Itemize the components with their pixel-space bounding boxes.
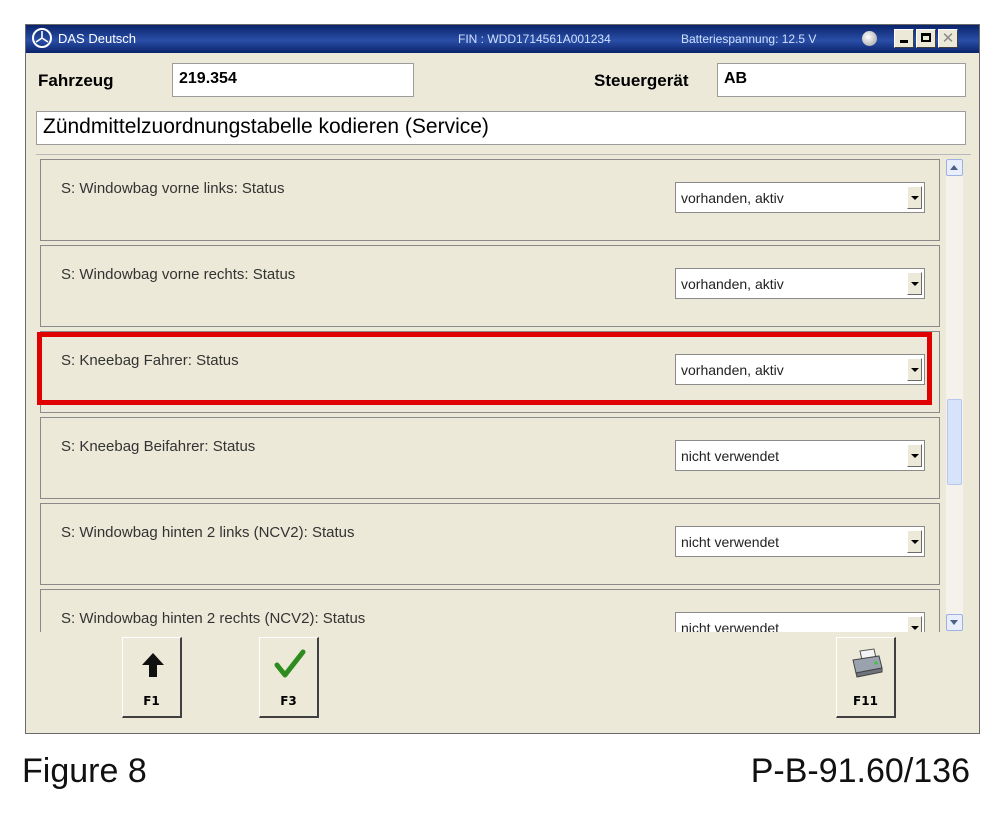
battery-voltage: Batteriespannung: 12.5 V [681,32,817,46]
f11-label: F11 [853,694,878,708]
close-button[interactable]: ✕ [938,29,958,48]
maximize-button[interactable] [916,29,936,48]
minimize-button[interactable] [894,29,914,48]
chevron-down-icon[interactable] [907,616,922,632]
dropdown-value: nicht verwendet [681,534,780,550]
status-dropdown[interactable]: nicht verwendet [675,440,925,471]
battery-indicator-icon [862,31,877,46]
f1-label: F1 [143,694,160,708]
title-bar: DAS Deutsch FIN : WDD1714561A001234 Batt… [26,25,979,53]
figure-caption: Figure 8 [22,752,147,790]
f11-button[interactable]: F11 [836,637,896,718]
checkmark-icon [274,649,306,678]
vehicle-label: Fahrzeug [38,71,114,90]
dropdown-value: nicht verwendet [681,448,780,464]
mercedes-star-icon [32,28,52,48]
row-label: S: Windowbag hinten 2 links (NCV2): Stat… [61,524,355,541]
chevron-down-icon[interactable] [907,272,922,295]
scroll-thumb[interactable] [947,399,962,485]
close-icon: ✕ [941,30,955,47]
status-dropdown[interactable]: nicht verwendet [675,526,925,557]
row-label: S: Windowbag vorne rechts: Status [61,266,296,283]
dropdown-value: nicht verwendet [681,620,780,632]
chevron-down-icon[interactable] [907,444,922,467]
minimize-icon [900,40,908,43]
das-window: DAS Deutsch FIN : WDD1714561A001234 Batt… [25,24,980,734]
chevron-down-icon[interactable] [907,186,922,209]
scroll-down-icon[interactable] [946,614,963,631]
row-label: S: Windowbag hinten 2 rechts (NCV2): Sta… [61,610,366,627]
status-dropdown[interactable]: vorhanden, aktiv [675,182,925,213]
status-dropdown[interactable]: vorhanden, aktiv [675,268,925,299]
figure-reference: P-B-91.60/136 [750,752,970,790]
list-item: S: Windowbag hinten 2 rechts (NCV2): Sta… [40,589,940,632]
highlight-frame [37,332,932,405]
list-item: S: Windowbag vorne rechts: Status vorhan… [40,245,940,327]
vertical-scrollbar[interactable] [946,159,963,631]
maximize-icon [921,33,931,42]
vin-readout: FIN : WDD1714561A001234 [458,32,611,46]
scroll-up-icon[interactable] [946,159,963,176]
f1-button[interactable]: F1 [122,637,182,718]
printer-icon [852,648,883,678]
list-item: S: Kneebag Beifahrer: Status nicht verwe… [40,417,940,499]
list-item: S: Windowbag vorne links: Status vorhand… [40,159,940,241]
status-dropdown[interactable]: nicht verwendet [675,612,925,632]
ecu-field: AB [717,63,966,97]
arrow-up-icon [142,653,164,677]
row-label: S: Kneebag Beifahrer: Status [61,438,256,455]
dropdown-value: vorhanden, aktiv [681,276,784,292]
vehicle-field: 219.354 [172,63,414,97]
chevron-down-icon[interactable] [907,530,922,553]
dropdown-value: vorhanden, aktiv [681,190,784,206]
window-title: DAS Deutsch [58,31,137,46]
ecu-label: Steuergerät [594,71,689,90]
f3-button[interactable]: F3 [259,637,319,718]
procedure-title: Zündmittelzuordnungstabelle kodieren (Se… [36,111,966,145]
row-label: S: Windowbag vorne links: Status [61,180,285,197]
list-item: S: Windowbag hinten 2 links (NCV2): Stat… [40,503,940,585]
f3-label: F3 [280,694,297,708]
